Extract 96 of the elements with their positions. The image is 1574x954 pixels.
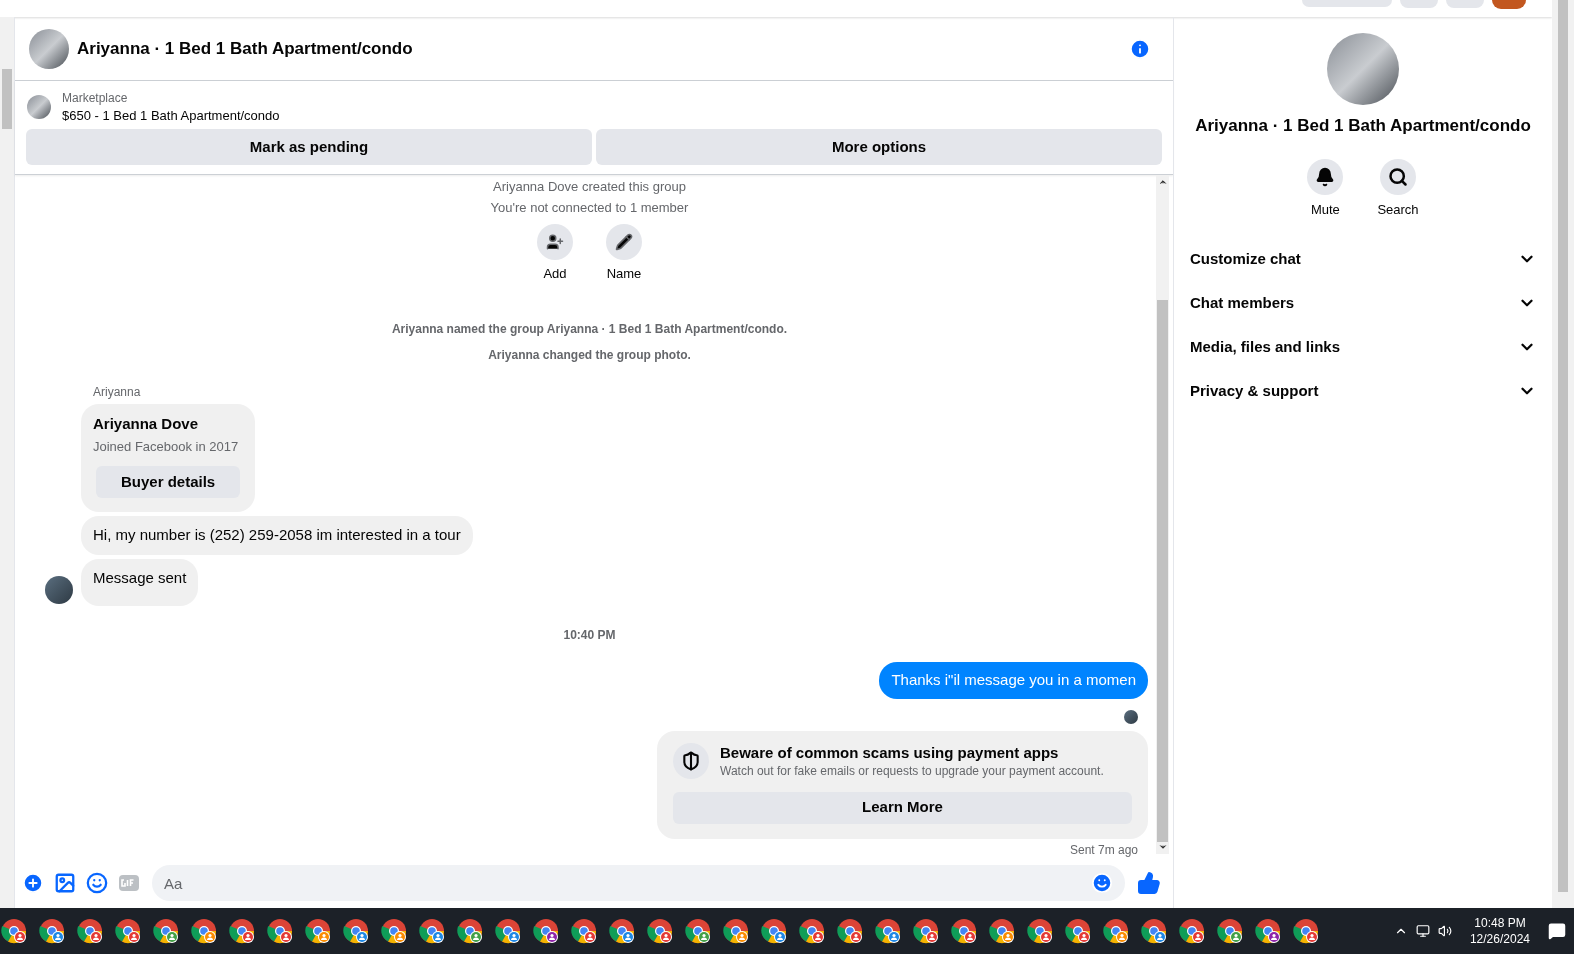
monitor-icon[interactable] xyxy=(1415,924,1430,938)
message-input[interactable]: Aa xyxy=(152,865,1125,901)
warning-body: Watch out for fake emails or requests to upgrade your payment account. xyxy=(720,762,1104,779)
listing-source: Marketplace xyxy=(62,90,129,107)
avatar xyxy=(45,576,73,604)
sender-name: Ariyanna xyxy=(93,384,142,401)
sent-status: Sent 7m ago xyxy=(1069,841,1138,859)
message-bubble: Message sent xyxy=(81,558,199,606)
shield-icon xyxy=(681,750,701,771)
browser-icon[interactable] xyxy=(608,917,636,945)
system-message: Ariyanna named the group Ariyanna · 1 Bed 1 Bath Apartment/condo. xyxy=(391,321,788,338)
system-message: You're not connected to 1 member xyxy=(490,199,689,217)
system-message: Ariyanna Dove created this group xyxy=(493,178,686,196)
browser-icon[interactable] xyxy=(1178,917,1206,945)
scroll-up-icon[interactable] xyxy=(1157,177,1168,187)
group-action-label: Add xyxy=(543,266,567,282)
listing-action-button[interactable]: More options xyxy=(596,129,1162,165)
group-action-label: Name xyxy=(606,266,642,282)
browser-icon[interactable] xyxy=(380,917,408,945)
browser-icon[interactable] xyxy=(760,917,788,945)
browser-icon[interactable] xyxy=(532,917,560,945)
browser-icon[interactable] xyxy=(0,917,28,945)
pencil-icon xyxy=(615,233,633,251)
scrollbar[interactable] xyxy=(1156,175,1169,854)
learn-more-button[interactable]: Learn More xyxy=(673,791,1132,824)
browser-icon[interactable] xyxy=(1292,917,1320,945)
panel-title: Ariyanna · 1 Bed 1 Bath Apartment/condo xyxy=(1195,115,1531,137)
browser-icon[interactable] xyxy=(76,917,104,945)
panel-section[interactable]: Media, files and links xyxy=(1182,325,1544,369)
browser-icon[interactable] xyxy=(228,917,256,945)
browser-icon[interactable] xyxy=(342,917,370,945)
browser-icon[interactable] xyxy=(1216,917,1244,945)
scrollbar[interactable] xyxy=(1552,0,1574,908)
panel-action-label: Mute xyxy=(1310,200,1340,219)
browser-icon[interactable] xyxy=(1102,917,1130,945)
browser-icon[interactable] xyxy=(190,917,218,945)
panel-action-button[interactable] xyxy=(1307,158,1344,195)
emoji-icon[interactable] xyxy=(1091,872,1113,894)
panel-section[interactable]: Privacy & support xyxy=(1182,369,1544,413)
browser-icon[interactable] xyxy=(152,917,180,945)
timestamp: 10:40 PM xyxy=(563,627,616,644)
clock-date: 12/26/2024 xyxy=(1469,931,1530,947)
buyer-subtitle: Joined Facebook in 2017 xyxy=(93,437,240,456)
clock-time: 10:48 PM xyxy=(1474,915,1526,931)
add-person-icon xyxy=(546,233,564,251)
photo-icon[interactable] xyxy=(54,872,76,894)
listing-title: $650 - 1 Bed 1 Bath Apartment/condo xyxy=(62,107,280,125)
browser-icon[interactable] xyxy=(798,917,826,945)
group-photo xyxy=(29,28,69,69)
group-action-button[interactable] xyxy=(606,224,642,260)
search-icon xyxy=(1388,166,1408,187)
browser-icon[interactable] xyxy=(570,917,598,945)
browser-icon[interactable] xyxy=(1064,917,1092,945)
browser-icon[interactable] xyxy=(266,917,294,945)
browser-icon[interactable] xyxy=(722,917,750,945)
browser-icon[interactable] xyxy=(456,917,484,945)
warning-title: Beware of common scams using payment apps xyxy=(720,742,1060,763)
browser-icon[interactable] xyxy=(1026,917,1054,945)
browser-icon[interactable] xyxy=(38,917,66,945)
browser-icon[interactable] xyxy=(988,917,1016,945)
panel-action-label: Search xyxy=(1377,200,1419,219)
browser-icon[interactable] xyxy=(1254,917,1282,945)
buyer-name: Ariyanna Dove xyxy=(93,414,200,434)
group-action-button[interactable] xyxy=(537,224,573,260)
browser-icon[interactable] xyxy=(114,917,142,945)
read-receipt-avatar xyxy=(1124,709,1138,724)
browser-icon[interactable] xyxy=(646,917,674,945)
info-icon[interactable] xyxy=(1129,37,1151,60)
browser-icon[interactable] xyxy=(836,917,864,945)
plus-icon[interactable] xyxy=(22,872,44,894)
browser-icon[interactable] xyxy=(874,917,902,945)
bell-icon xyxy=(1315,166,1336,187)
profile-avatar[interactable] xyxy=(1492,0,1526,9)
message-bubble: Hi, my number is (252) 259-2058 im interested in a tour xyxy=(81,516,473,555)
sticker-icon[interactable] xyxy=(86,872,108,894)
group-photo xyxy=(27,95,51,119)
panel-section[interactable]: Customize chat xyxy=(1182,237,1544,281)
browser-icon[interactable] xyxy=(950,917,978,945)
panel-action-button[interactable] xyxy=(1380,158,1416,195)
listing-action-button[interactable]: Mark as pending xyxy=(26,129,592,165)
scroll-down-icon[interactable] xyxy=(1157,842,1168,852)
browser-icon[interactable] xyxy=(418,917,446,945)
browser-icon[interactable] xyxy=(912,917,940,945)
chat-title: Ariyanna · 1 Bed 1 Bath Apartment/condo xyxy=(77,37,413,60)
browser-icon[interactable] xyxy=(684,917,712,945)
notification-icon[interactable] xyxy=(1548,922,1566,940)
buyer-details-button[interactable]: Buyer details xyxy=(96,466,241,498)
outgoing-message: Thanks i"il message you in a momen xyxy=(879,662,1148,699)
system-message: Ariyanna changed the group photo. xyxy=(488,347,691,364)
scrollbar[interactable] xyxy=(0,17,14,908)
panel-section[interactable]: Chat members xyxy=(1182,281,1544,325)
browser-icon[interactable] xyxy=(1140,917,1168,945)
thumbs-up-icon[interactable] xyxy=(1137,871,1161,895)
browser-icon[interactable] xyxy=(304,917,332,945)
browser-icon[interactable] xyxy=(494,917,522,945)
speaker-icon[interactable] xyxy=(1437,924,1452,938)
